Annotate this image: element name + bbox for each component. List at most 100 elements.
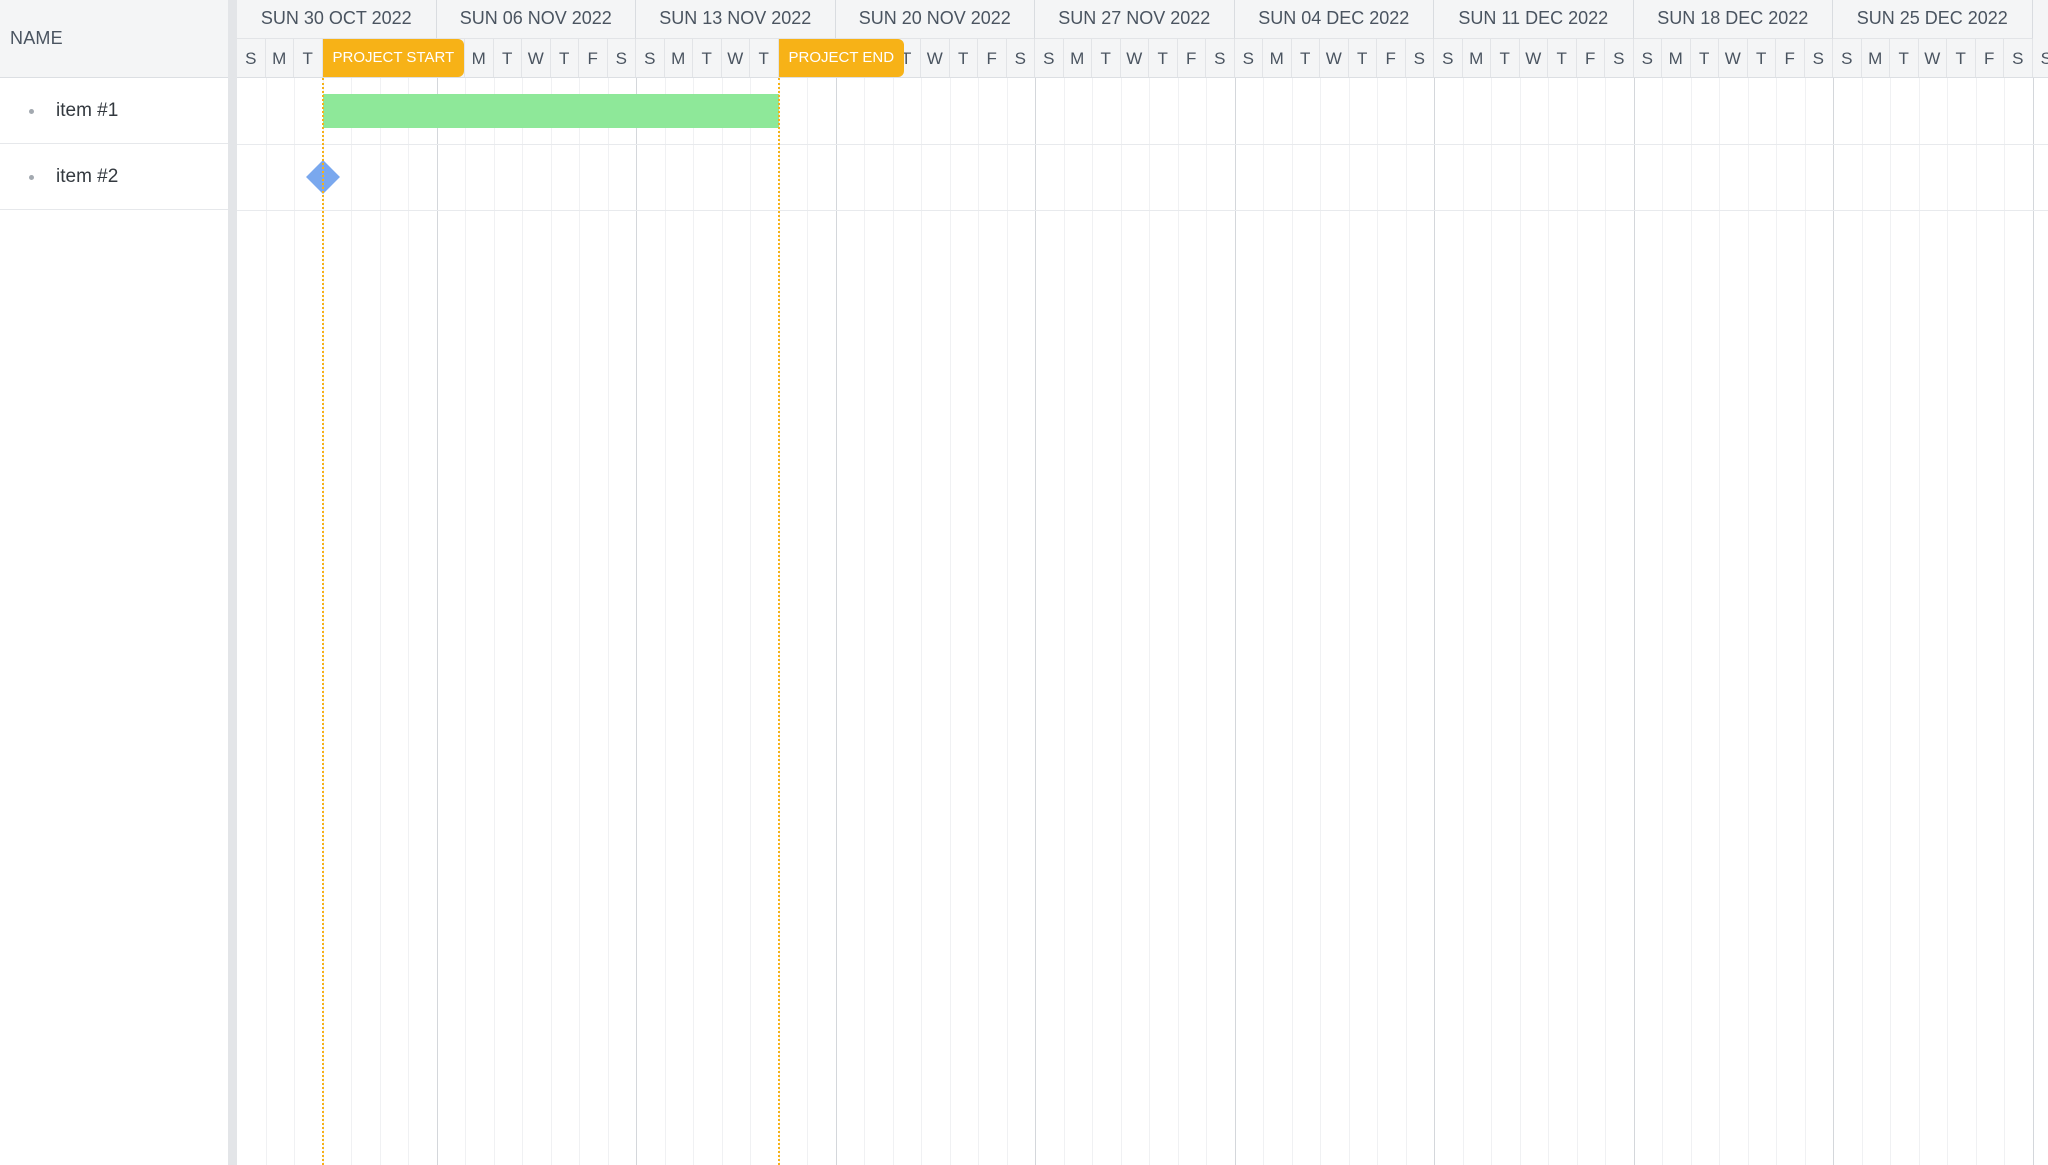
day-gridline [807,78,808,1165]
day-header-cell: T [1548,39,1577,77]
day-gridline [1292,78,1293,1165]
project-end-marker[interactable]: PROJECT END [778,39,905,77]
task-row[interactable]: item #2 [0,144,230,210]
day-header-cell: S [1035,39,1064,77]
day-gridline [1748,78,1749,1165]
day-header-cell: S [1634,39,1662,77]
day-header-cell: F [1178,39,1206,77]
day-gridline [551,78,552,1165]
day-header-cell: S [1833,39,1862,77]
day-header-cell: T [693,39,722,77]
day-header-cell: T [950,39,978,77]
day-header-cell: T [1491,39,1520,77]
week-gridline [836,78,837,1165]
day-gridline [1719,78,1720,1165]
task-name[interactable]: item #1 [56,100,118,122]
name-column-header[interactable]: NAME [10,28,63,49]
task-name[interactable]: item #2 [56,166,118,188]
project-end-line [777,78,780,1165]
week-header-cell: SUN 30 OCT 2022 [237,0,437,39]
day-gridline [722,78,723,1165]
day-header-cell: S [1434,39,1463,77]
grid-splitter[interactable] [228,0,237,1165]
day-gridline [1862,78,1863,1165]
day-gridline [408,78,409,1165]
day-gridline [1149,78,1150,1165]
day-gridline [1947,78,1948,1165]
day-header-cell: T [1292,39,1320,77]
day-header-cell: S [636,39,665,77]
row-divider [237,144,2048,145]
day-header-cell: T [294,39,323,77]
day-header-cell: M [1064,39,1092,77]
day-header-cell: T [750,39,779,77]
day-header-cell: T [1947,39,1976,77]
day-header-cell: F [1776,39,1805,77]
day-header-cell: T [1890,39,1919,77]
task-row[interactable]: item #1 [0,78,230,144]
day-header-cell: M [1263,39,1292,77]
day-gridline [1206,78,1207,1165]
week-gridline [1434,78,1435,1165]
day-header-cell: T [1092,39,1121,77]
day-header-cell: W [1719,39,1748,77]
day-header-cell: T [1349,39,1377,77]
bullet-icon [29,109,34,114]
day-header-cell: S [1206,39,1235,77]
day-gridline [1890,78,1891,1165]
week-gridline [636,78,637,1165]
day-gridline [1691,78,1692,1165]
day-gridline [351,78,352,1165]
day-gridline [1520,78,1521,1165]
project-start-line [321,78,324,1165]
day-gridline [579,78,580,1165]
day-header-cell: S [237,39,266,77]
day-header-cell: T [1748,39,1776,77]
week-header-cell: SUN 04 DEC 2022 [1234,0,1434,39]
week-header-cell: SUN 11 DEC 2022 [1434,0,1634,39]
day-header-cell: M [665,39,693,77]
day-header-cell: W [722,39,750,77]
day-gridline [1548,78,1549,1165]
day-gridline [1349,78,1350,1165]
day-header-cell: W [522,39,551,77]
day-header-cell: S [1406,39,1434,77]
week-header-cell: SUN 06 NOV 2022 [436,0,636,39]
day-gridline [1491,78,1492,1165]
day-gridline [1178,78,1179,1165]
day-header-cell: W [1520,39,1548,77]
timeline-header: SUN 30 OCT 2022 SUN 06 NOV 2022 SUN 13 NOV… [237,0,2048,78]
day-header-cell: S [2004,39,2033,77]
day-header-cell: W [921,39,950,77]
day-gridline [921,78,922,1165]
day-gridline [864,78,865,1165]
gantt-timeline: SUN 30 OCT 2022 SUN 06 NOV 2022 SUN 13 NOV… [237,0,2048,1165]
day-gridline [608,78,609,1165]
project-start-marker[interactable]: PROJECT START [322,39,465,77]
day-gridline [1064,78,1065,1165]
day-gridline [465,78,466,1165]
week-gridline [1035,78,1036,1165]
day-gridline [750,78,751,1165]
day-header-cell: M [1862,39,1890,77]
day-gridline [1320,78,1321,1165]
day-header-cell: F [1976,39,2004,77]
week-header-cell: SUN 13 NOV 2022 [636,0,836,39]
task-bar[interactable] [322,94,779,128]
day-header-cell: M [1463,39,1491,77]
day-header-cell: M [1662,39,1691,77]
day-gridline [1007,78,1008,1165]
day-gridline [1976,78,1977,1165]
day-header-cell: T [1691,39,1719,77]
day-gridline [1919,78,1920,1165]
task-grid: NAME item #1 item #2 [0,0,230,1165]
day-gridline [1776,78,1777,1165]
day-header-cell: S [608,39,636,77]
day-header-cell: F [1577,39,1605,77]
day-gridline [266,78,267,1165]
day-gridline [1577,78,1578,1165]
day-gridline [2004,78,2005,1165]
day-header-cell: F [978,39,1007,77]
day-header-cell: F [1377,39,1406,77]
row-divider [237,210,2048,211]
